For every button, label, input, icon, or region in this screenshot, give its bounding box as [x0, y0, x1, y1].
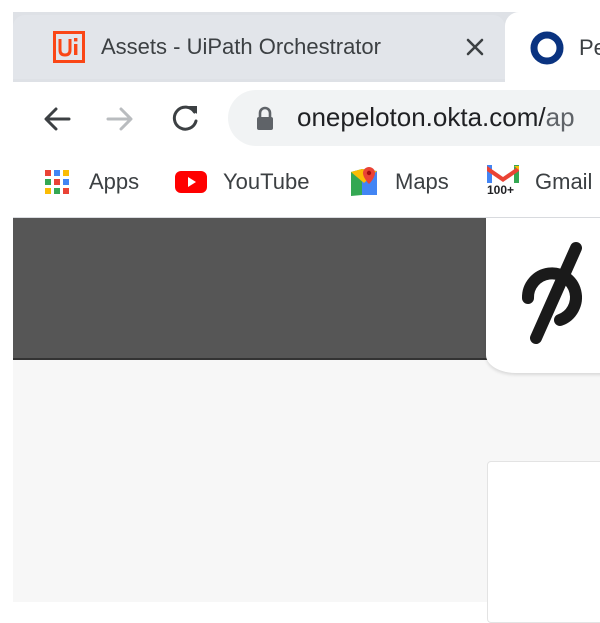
youtube-icon [175, 170, 207, 194]
uipath-logo-icon [53, 31, 85, 63]
forward-arrow-icon[interactable] [104, 103, 136, 135]
bookmark-label: YouTube [223, 169, 310, 194]
url-host: onepeloton.okta.com/ [297, 102, 546, 132]
peloton-logo-icon [512, 240, 592, 346]
bookmark-label: Maps [395, 169, 449, 194]
bookmark-youtube[interactable]: YouTube [175, 164, 325, 200]
reload-icon[interactable] [168, 101, 202, 135]
apps-grid-icon [43, 168, 71, 196]
url-path: ap [545, 102, 575, 132]
tab-title: Pe [579, 35, 600, 60]
login-card [487, 461, 600, 623]
peloton-circle-icon [530, 31, 564, 65]
logo-card [486, 218, 600, 373]
bookmark-label: Gmail [535, 169, 593, 194]
bookmark-gmail[interactable]: 100+ Gmail [485, 162, 600, 202]
bookmark-apps[interactable]: Apps [41, 164, 149, 200]
tab-uipath-orchestrator[interactable]: Assets - UiPath Orchestrator [13, 15, 505, 79]
tab-close-icon[interactable] [463, 35, 487, 59]
back-arrow-icon[interactable] [41, 103, 73, 135]
bookmark-maps[interactable]: Maps [347, 164, 462, 200]
url-text: onepeloton.okta.com/ap [297, 102, 575, 133]
tab-peloton[interactable]: Pe [505, 12, 600, 84]
tab-title: Assets - UiPath Orchestrator [101, 34, 381, 59]
gmail-unread-badge: 100+ [486, 183, 516, 197]
bookmark-label: Apps [89, 169, 140, 194]
maps-icon [349, 166, 379, 198]
lock-icon[interactable] [254, 106, 276, 132]
